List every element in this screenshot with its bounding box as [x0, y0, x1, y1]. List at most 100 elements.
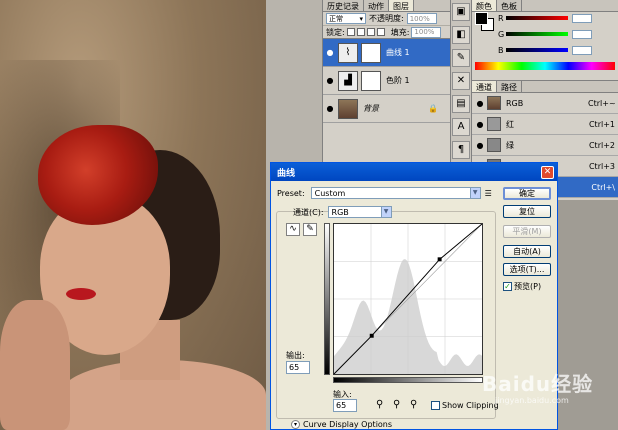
layer-row-background[interactable]: ● 背景 🔒: [323, 95, 450, 123]
white-eyedropper-icon[interactable]: ⚲: [410, 399, 417, 410]
navigator-icon[interactable]: ▣: [452, 3, 470, 21]
tab-history[interactable]: 历史记录: [323, 0, 364, 11]
preview-label: 预览(P): [514, 282, 542, 291]
character-icon[interactable]: A: [452, 118, 470, 136]
layer-name: 色阶 1: [386, 76, 410, 85]
layer-row-curves[interactable]: ● ⌇ 曲线 1: [323, 39, 450, 67]
gray-eyedropper-icon[interactable]: ⚲: [393, 399, 400, 410]
show-clipping-checkbox[interactable]: [431, 401, 440, 410]
chevron-down-icon: ▼: [380, 207, 391, 217]
preset-label: Preset:: [277, 188, 305, 198]
reset-button[interactable]: 复位: [503, 205, 551, 218]
eye-icon[interactable]: ●: [325, 48, 335, 57]
input-field[interactable]: 65: [333, 399, 357, 412]
blend-mode-select[interactable]: 正常 ▾: [326, 13, 366, 24]
eye-icon[interactable]: ●: [325, 76, 335, 85]
curves-icon: ⌇: [338, 42, 358, 63]
channel-value: RGB: [331, 207, 349, 217]
paragraph-icon[interactable]: ¶: [452, 141, 470, 159]
blend-mode-value: 正常: [329, 14, 343, 23]
curve-control-point[interactable]: [369, 333, 374, 338]
preset-menu-icon[interactable]: ☰: [485, 189, 492, 198]
eye-icon[interactable]: ●: [475, 141, 485, 150]
channel-thumbnail: [487, 117, 501, 131]
black-eyedropper-icon[interactable]: ⚲: [376, 399, 383, 410]
tab-layers[interactable]: 图层: [389, 0, 414, 11]
ok-button[interactable]: 确定: [503, 187, 551, 200]
watermark-url: jingyan.baidu.com: [495, 396, 569, 405]
pencil-icon[interactable]: ✎: [303, 223, 317, 236]
output-gradient-bar: [324, 223, 330, 375]
curve-control-point[interactable]: [437, 257, 442, 262]
dialog-titlebar[interactable]: 曲线 ✕: [271, 163, 557, 181]
color-swatches[interactable]: [475, 12, 495, 32]
output-field[interactable]: 65: [286, 361, 310, 374]
blue-value-field[interactable]: [572, 45, 592, 55]
lock-image-icon[interactable]: [356, 28, 365, 36]
red-slider[interactable]: [506, 16, 568, 20]
eye-icon[interactable]: ●: [325, 104, 335, 113]
curves-graph[interactable]: [333, 223, 483, 375]
close-icon[interactable]: ✕: [541, 165, 554, 179]
tab-channels[interactable]: 通道: [472, 81, 497, 92]
preview-checkbox[interactable]: ✓: [503, 282, 512, 291]
layer-mask-thumbnail[interactable]: [361, 70, 381, 91]
opacity-label: 不透明度:: [369, 14, 404, 23]
smooth-button[interactable]: 平滑(M): [503, 225, 551, 238]
tab-color[interactable]: 颜色: [472, 0, 497, 11]
blend-options: 正常 ▾ 不透明度: 100%: [323, 12, 450, 26]
blue-slider[interactable]: [506, 48, 568, 52]
brushes-icon[interactable]: ✎: [452, 49, 470, 67]
options-button[interactable]: 选项(T)...: [503, 263, 551, 276]
eye-icon[interactable]: ●: [475, 120, 485, 129]
eye-icon[interactable]: ●: [475, 99, 485, 108]
fill-field[interactable]: 100%: [411, 26, 442, 38]
preview-option[interactable]: ✓ 预览(P): [503, 281, 541, 292]
show-clipping-option[interactable]: Show Clipping: [431, 401, 499, 410]
fill-value: 100%: [414, 28, 435, 36]
photoshop-workspace: 历史记录 动作 图层 正常 ▾ 不透明度: 100% 锁定: 填充: 100% ●: [0, 0, 618, 430]
channel-label: 通道(C):: [293, 207, 324, 217]
lock-transparent-icon[interactable]: [346, 28, 355, 36]
curve-display-options-label: Curve Display Options: [303, 420, 393, 429]
image-canvas[interactable]: [0, 0, 266, 430]
opacity-field[interactable]: 100%: [406, 13, 437, 24]
blue-label: B: [498, 45, 504, 55]
tab-paths[interactable]: 路径: [497, 81, 522, 92]
foreground-color-swatch[interactable]: [475, 12, 488, 25]
channel-row-green[interactable]: ● 绿 Ctrl+2: [472, 135, 618, 156]
layer-thumbnail: [338, 98, 358, 119]
green-value-field[interactable]: [572, 29, 592, 39]
curve-point-tool-icon[interactable]: ∿: [286, 223, 300, 236]
layers-panel: 历史记录 动作 图层 正常 ▾ 不透明度: 100% 锁定: 填充: 100% ●: [322, 0, 450, 165]
green-slider[interactable]: [506, 32, 568, 36]
layer-row-levels[interactable]: ● ▟ 色阶 1: [323, 67, 450, 95]
channel-name: 红: [506, 119, 514, 129]
color-spectrum-bar[interactable]: [475, 62, 615, 70]
tool-presets-icon[interactable]: ✕: [452, 72, 470, 90]
auto-button[interactable]: 自动(A): [503, 245, 551, 258]
info-icon[interactable]: ◧: [452, 26, 470, 44]
hand: [0, 300, 70, 430]
channel-row-red[interactable]: ● 红 Ctrl+1: [472, 114, 618, 135]
tab-actions[interactable]: 动作: [364, 0, 389, 11]
tab-swatches[interactable]: 色板: [497, 0, 522, 11]
show-clipping-label: Show Clipping: [442, 401, 499, 410]
channel-select[interactable]: RGB ▼: [327, 206, 392, 218]
channel-shortcut: Ctrl+1: [588, 119, 615, 129]
lock-position-icon[interactable]: [366, 28, 375, 36]
input-gradient-bar: [333, 377, 483, 383]
channel-row-rgb[interactable]: ● RGB Ctrl+~: [472, 93, 618, 114]
lock-all-icon[interactable]: [376, 28, 385, 36]
layer-mask-thumbnail[interactable]: [361, 42, 381, 63]
channel-row: 通道(C): RGB ▼: [293, 206, 392, 218]
channel-name: RGB: [506, 98, 524, 108]
lock-fill-row: 锁定: 填充: 100%: [323, 26, 450, 39]
lips: [66, 288, 96, 300]
layer-comps-icon[interactable]: ▤: [452, 95, 470, 113]
red-value-field[interactable]: [572, 13, 592, 23]
preset-select[interactable]: Custom ▼: [310, 187, 481, 199]
fill-label: 填充:: [390, 27, 410, 37]
curve-display-options[interactable]: ▾ Curve Display Options: [291, 420, 392, 429]
blue-slider-row: B: [498, 45, 614, 55]
